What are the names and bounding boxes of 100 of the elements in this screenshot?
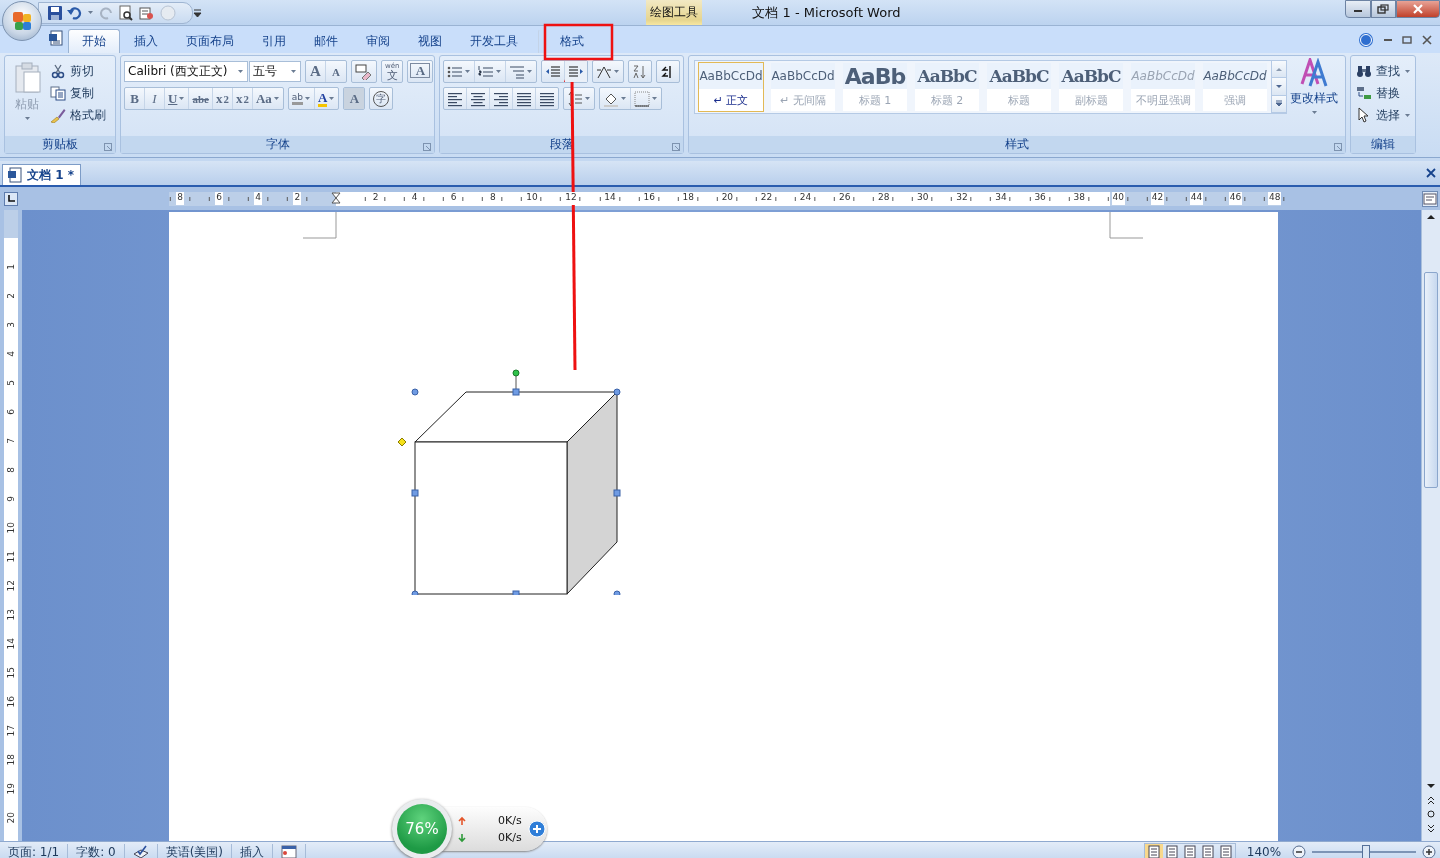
style-item[interactable]: AaBbC 标题 (987, 63, 1051, 111)
ruler-number: 4 (254, 192, 263, 205)
office-logo-icon (11, 10, 33, 32)
zoom-in-button[interactable] (1422, 845, 1436, 858)
font-name-field[interactable]: Calibri (西文正文) (124, 61, 248, 82)
caret-icon (328, 95, 336, 102)
minus-icon (1292, 845, 1306, 858)
caret-icon (526, 68, 533, 75)
window-title: 文档 1 - Microsoft Word (752, 3, 901, 22)
style-item[interactable]: AaBbC 标题 2 (915, 63, 979, 111)
resize-handle[interactable] (613, 590, 621, 595)
style-item[interactable]: AaBbCcDd ↵ 无间隔 (771, 63, 835, 111)
resize-handle[interactable] (512, 590, 520, 595)
print-preview-icon (118, 4, 134, 21)
case-button[interactable]: Aa (252, 88, 283, 109)
distribute-icon (539, 90, 555, 107)
font-size-field[interactable]: 五号 (249, 61, 301, 82)
style-item[interactable]: AaBbC 副标题 (1059, 63, 1123, 111)
ruler-number: 1 (6, 263, 16, 270)
ruler-toggle-icon (1423, 191, 1437, 206)
ruler-number: 13 (6, 608, 16, 621)
zoom-level[interactable]: 140% (1242, 845, 1286, 858)
brush-button[interactable]: 格式刷 (46, 104, 110, 126)
font-color-button[interactable]: A (315, 88, 339, 109)
document-tab[interactable]: 文档 1 * (2, 164, 81, 185)
restore-button[interactable] (1371, 0, 1396, 18)
select-button[interactable]: 选择 (1354, 104, 1413, 126)
rotate-handle[interactable] (512, 369, 520, 390)
ribbon-tab[interactable]: 视图 (404, 29, 456, 53)
dialog-launcher-icon (423, 143, 431, 151)
word-count[interactable]: 字数: 0 (68, 844, 125, 858)
page-layout-view-button[interactable] (1145, 844, 1163, 858)
style-item[interactable]: AaBb 标题 1 (843, 63, 907, 111)
resize-handle[interactable] (613, 388, 621, 396)
caret-icon (304, 95, 311, 102)
adjust-handle[interactable] (397, 437, 407, 447)
draft-view-button[interactable] (1217, 844, 1235, 858)
reading-view-button[interactable] (1163, 844, 1181, 858)
strike-button[interactable]: abe (189, 88, 213, 109)
outline-view-button[interactable] (1199, 844, 1217, 858)
download-arrow-icon (458, 832, 466, 843)
character-shading-button[interactable]: A (344, 88, 365, 109)
replace-button[interactable]: 替换 (1354, 82, 1413, 104)
vertical-ruler[interactable]: 1 2 3 4 5 6 7 8 9 10 11 12 13 14 15 16 17 18 19 20 (4, 210, 18, 841)
numbering-button[interactable] (475, 61, 506, 82)
ribbon-tab[interactable]: 邮件 (300, 29, 352, 53)
tab-stop-selector[interactable] (4, 191, 18, 206)
ruler-number: 17 (6, 724, 16, 737)
italic-button[interactable]: I (145, 88, 165, 109)
find-button[interactable]: 查找 (1354, 60, 1413, 82)
increase-indent-icon (568, 63, 584, 80)
change-styles-button[interactable]: 更改样式 (1287, 56, 1341, 136)
circle-icon (1426, 809, 1436, 819)
resize-handle[interactable] (613, 489, 621, 497)
ruler-number: 5 (6, 379, 16, 386)
resize-handle[interactable] (411, 489, 419, 497)
upload-arrow-icon (458, 815, 466, 826)
web-layout-view-button[interactable] (1181, 844, 1199, 858)
slider-thumb[interactable] (1362, 844, 1371, 858)
ribbon-tab[interactable]: 开始 (68, 29, 120, 53)
resize-handle[interactable] (512, 388, 520, 396)
style-item[interactable]: AaBbCcDd ↵ 正文 (699, 63, 763, 111)
restore-icon (1402, 35, 1412, 44)
up-arrow-icon (1426, 213, 1436, 221)
insert-mode[interactable]: 插入 (232, 844, 274, 858)
scroll-thumb[interactable] (1424, 272, 1438, 488)
close-icon (1412, 4, 1424, 14)
language-indicator[interactable]: 英语(美国) (157, 844, 233, 858)
character-border-button[interactable]: A (410, 63, 431, 78)
ruler-number: 10 (6, 521, 16, 534)
expand-button[interactable] (527, 820, 546, 838)
document-icon (7, 167, 23, 183)
bold-button[interactable]: B (125, 88, 145, 109)
ribbon-tab[interactable]: 插入 (120, 29, 172, 53)
ribbon-tab[interactable]: 引用 (248, 29, 300, 53)
highlight-button[interactable]: ab (288, 88, 315, 109)
resize-handle[interactable] (411, 590, 419, 595)
increase-indent-button[interactable] (565, 61, 587, 82)
ribbon-tab[interactable]: 审阅 (352, 29, 404, 53)
underline-button[interactable]: U (165, 88, 190, 109)
style-item[interactable]: AaBbCcDd 强调 (1203, 63, 1267, 111)
zoom-out-button[interactable] (1292, 845, 1306, 858)
cut-button[interactable]: 剪切 (46, 60, 110, 82)
shrink-font-button[interactable]: A (326, 61, 346, 82)
numbered-list-icon (478, 63, 494, 80)
ruler-number: 7 (6, 437, 16, 444)
clipboard-icon (12, 62, 42, 94)
caret-icon (584, 95, 591, 102)
close-button[interactable] (1396, 0, 1440, 18)
vertical-scrollbar[interactable] (1421, 210, 1440, 841)
ruler-number: 8 (176, 192, 184, 205)
plus-icon (1422, 845, 1436, 858)
page-count[interactable]: 页面: 1/1 (0, 844, 69, 858)
resize-handle[interactable] (411, 388, 419, 396)
caret-icon (464, 68, 471, 75)
ribbon-tab[interactable]: 开发工具 (456, 29, 532, 53)
copy-button[interactable]: 复制 (46, 82, 110, 104)
ribbon-tab[interactable]: 页面布局 (172, 29, 248, 53)
grow-font-button[interactable]: A (306, 61, 326, 82)
minimize-button[interactable] (1345, 0, 1371, 18)
